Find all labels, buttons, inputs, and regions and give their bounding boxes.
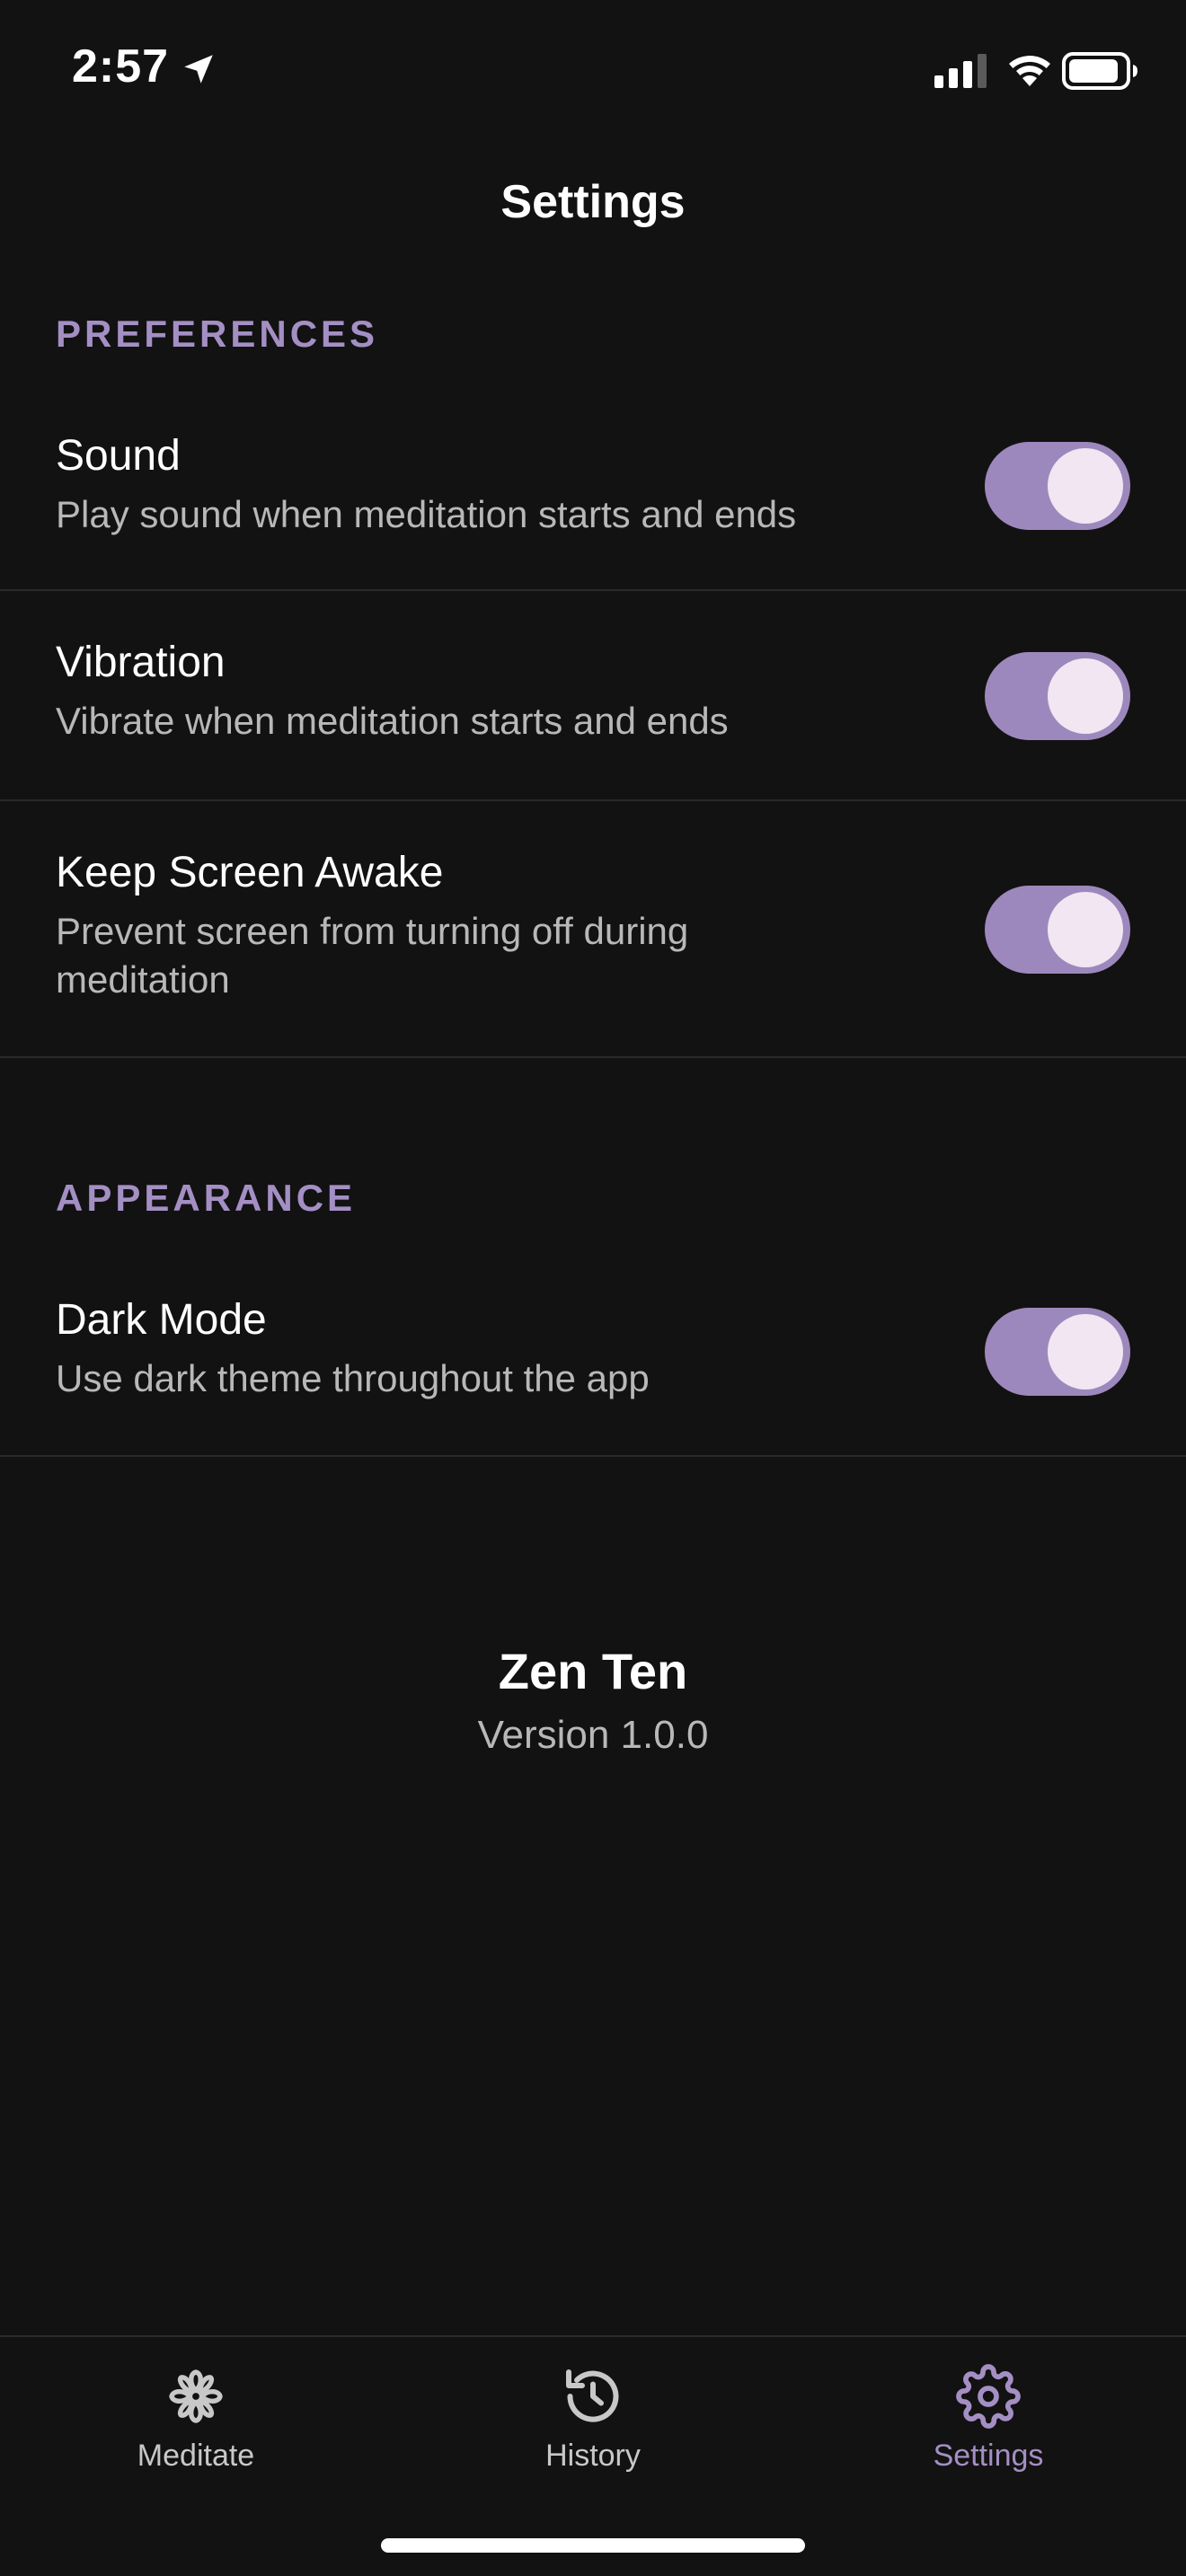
status-time: 2:57 [72,40,170,93]
flower-icon [169,2369,223,2423]
location-arrow-icon [184,55,213,84]
page-title: Settings [500,176,686,228]
setting-title: Sound [56,432,181,480]
wifi-icon [1009,56,1050,86]
tab-label: Meditate [137,2439,255,2473]
setting-row-keep-screen-awake[interactable]: Keep Screen Awake Prevent screen from tu… [0,801,1186,1058]
setting-title: Vibration [56,639,226,686]
setting-description: Vibrate when meditation starts and ends [56,700,729,742]
setting-title: Keep Screen Awake [56,849,444,896]
setting-title: Dark Mode [56,1296,267,1344]
tab-history[interactable]: History [458,2337,728,2481]
keep-screen-awake-toggle[interactable] [985,886,1130,974]
sound-toggle[interactable] [985,442,1130,530]
app-name: Zen Ten [498,1643,688,1699]
setting-row-dark-mode[interactable]: Dark Mode Use dark theme throughout the … [0,1257,1186,1457]
setting-description: Prevent screen from turning off during m… [56,910,689,1001]
toggle-knob [1048,658,1123,734]
setting-description: Play sound when meditation starts and en… [56,493,797,535]
home-indicator [381,2538,805,2553]
setting-description: Use dark theme throughout the app [56,1357,650,1399]
battery-icon [1062,52,1137,90]
cellular-signal-icon [934,54,987,88]
dark-mode-toggle[interactable] [985,1308,1130,1396]
history-icon [566,2369,619,2422]
toggle-knob [1048,1314,1123,1389]
toggle-knob [1048,892,1123,967]
status-bar: 2:57 [0,0,1186,144]
gear-icon [956,2364,1021,2429]
app-version: Version 1.0.0 [477,1713,709,1757]
setting-row-sound[interactable]: Sound Play sound when meditation starts … [0,395,1186,591]
setting-row-vibration[interactable]: Vibration Vibrate when meditation starts… [0,591,1186,801]
tab-label: Settings [933,2439,1044,2473]
tab-settings[interactable]: Settings [854,2337,1123,2481]
toggle-knob [1048,448,1123,524]
vibration-toggle[interactable] [985,652,1130,740]
tab-meditate[interactable]: Meditate [61,2337,331,2481]
tab-label: History [545,2439,641,2473]
section-header-appearance: APPEARANCE [56,1177,357,1219]
section-header-preferences: PREFERENCES [56,313,379,355]
